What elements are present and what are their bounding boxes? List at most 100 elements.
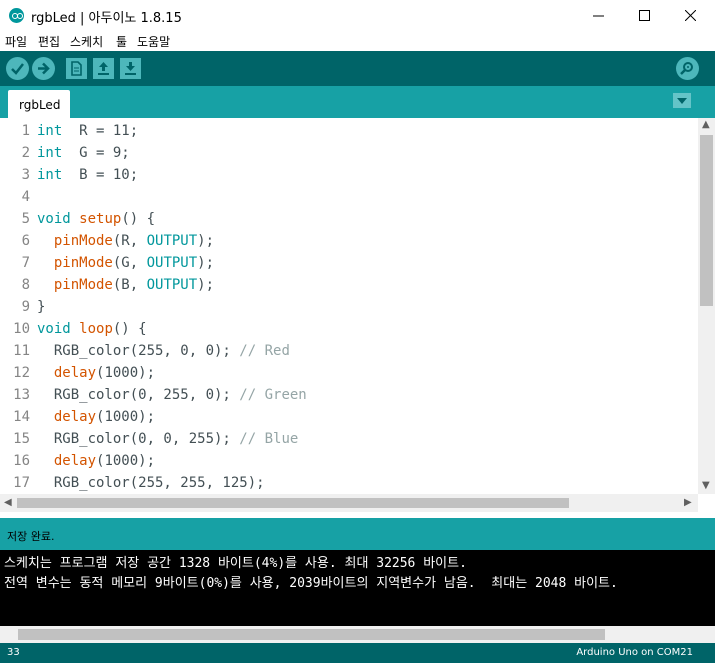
line-number: 2: [21, 145, 30, 161]
tab-menu-button[interactable]: [673, 93, 691, 108]
arduino-ide-window: rgbLed | 아두이노 1.8.15 파일 편집 스케치 툴 도움말 rgb…: [0, 0, 715, 663]
line-number: 17: [13, 475, 30, 491]
code-token: (R,: [112, 233, 147, 249]
code-text: pinMode(B, OUTPUT);: [37, 274, 214, 296]
scrollbar-thumb[interactable]: [17, 498, 569, 508]
code-text: }: [37, 296, 45, 318]
upload-button[interactable]: [32, 57, 55, 80]
arduino-logo-icon: [9, 8, 24, 23]
keyword-token: void: [37, 321, 71, 337]
function-token: delay: [53, 453, 97, 469]
function-token: delay: [53, 409, 97, 425]
line-number: 16: [13, 453, 30, 469]
line-number: 33: [7, 647, 20, 658]
open-sketch-button[interactable]: [93, 58, 114, 79]
output-console: 스케치는 프로그램 저장 공간 1328 바이트(4%)를 사용. 최대 322…: [0, 550, 715, 626]
code-line[interactable]: 7 pinMode(G, OUTPUT);: [0, 252, 698, 274]
line-number: 6: [21, 233, 30, 249]
code-token: );: [197, 255, 215, 271]
code-text: delay(1000);: [37, 450, 155, 472]
scrollbar-thumb[interactable]: [18, 629, 605, 640]
code-line[interactable]: 15 RGB_color(0, 0, 255); // Blue: [0, 428, 698, 450]
console-horizontal-scrollbar[interactable]: [0, 626, 715, 643]
menu-tools[interactable]: 툴: [116, 33, 127, 50]
function-token: loop: [79, 321, 113, 337]
code-line[interactable]: 10 void loop() {: [0, 318, 698, 340]
keyword-token: OUTPUT: [146, 255, 198, 271]
code-text: RGB_color(0, 255, 0); // Green: [37, 384, 307, 406]
code-text: pinMode(R, OUTPUT);: [37, 230, 214, 252]
code-line[interactable]: 1 int R = 11;: [0, 120, 698, 142]
code-line[interactable]: 11 RGB_color(255, 0, 0); // Red: [0, 340, 698, 362]
code-line[interactable]: 17 RGB_color(255, 255, 125);: [0, 472, 698, 494]
verify-button[interactable]: [6, 57, 29, 80]
line-number: 14: [13, 409, 30, 425]
scroll-down-icon[interactable]: ▼: [702, 481, 710, 491]
code-line[interactable]: 4: [0, 186, 698, 208]
save-sketch-button[interactable]: [120, 58, 141, 79]
code-line[interactable]: 5 void setup() {: [0, 208, 698, 230]
editor-horizontal-scrollbar[interactable]: ◀ ▶: [0, 494, 698, 512]
code-line[interactable]: 3 int B = 10;: [0, 164, 698, 186]
title-bar: rgbLed | 아두이노 1.8.15: [0, 0, 715, 31]
keyword-token: OUTPUT: [146, 277, 198, 293]
code-text: RGB_color(0, 0, 255); // Blue: [37, 428, 298, 450]
minimize-button[interactable]: [575, 0, 621, 31]
code-line[interactable]: 2 int G = 9;: [0, 142, 698, 164]
keyword-token: int: [37, 145, 63, 161]
code-line[interactable]: 12 delay(1000);: [0, 362, 698, 384]
menu-file[interactable]: 파일: [5, 33, 27, 50]
tab-rgbled[interactable]: rgbLed: [8, 90, 70, 118]
scrollbar-thumb[interactable]: [700, 135, 713, 306]
code-text: RGB_color(255, 255, 125);: [37, 472, 265, 494]
comment-token: // Green: [239, 387, 307, 403]
code-token: B = 10;: [62, 167, 139, 183]
scroll-right-icon[interactable]: ▶: [684, 498, 692, 508]
maximize-icon: [638, 10, 650, 21]
code-line[interactable]: 13 RGB_color(0, 255, 0); // Green: [0, 384, 698, 406]
editor-vertical-scrollbar[interactable]: ▲ ▼: [698, 118, 715, 494]
code-token: RGB_color(255, 0, 0);: [37, 343, 240, 359]
code-token: );: [197, 233, 215, 249]
status-bar: 저장 완료.: [0, 518, 715, 550]
keyword-token: OUTPUT: [146, 233, 198, 249]
code-line[interactable]: 9}: [0, 296, 698, 318]
tab-label: rgbLed: [19, 98, 61, 112]
line-number: 10: [13, 321, 30, 337]
line-number: 3: [21, 167, 30, 183]
code-token: (B,: [112, 277, 147, 293]
code-text: pinMode(G, OUTPUT);: [37, 252, 214, 274]
code-token: RGB_color(0, 255, 0);: [37, 387, 240, 403]
menu-help[interactable]: 도움말: [137, 33, 170, 50]
serial-monitor-button[interactable]: [676, 57, 699, 80]
close-icon: [684, 10, 696, 21]
code-line[interactable]: 6 pinMode(R, OUTPUT);: [0, 230, 698, 252]
line-number: 8: [21, 277, 30, 293]
open-icon: [98, 62, 109, 75]
line-number: 11: [13, 343, 30, 359]
code-text: delay(1000);: [37, 362, 155, 384]
new-sketch-button[interactable]: [66, 58, 87, 79]
code-token: );: [197, 277, 215, 293]
close-button[interactable]: [667, 0, 713, 31]
scroll-left-icon[interactable]: ◀: [4, 498, 12, 508]
console-line: 스케치는 프로그램 저장 공간 1328 바이트(4%)를 사용. 최대 322…: [4, 556, 467, 571]
maximize-button[interactable]: [621, 0, 667, 31]
function-token: pinMode: [53, 255, 113, 271]
code-token: (1000);: [96, 365, 156, 381]
code-token: RGB_color(0, 0, 255);: [37, 431, 240, 447]
code-line[interactable]: 14 delay(1000);: [0, 406, 698, 428]
code-text: void loop() {: [37, 318, 147, 340]
code-line[interactable]: 8 pinMode(B, OUTPUT);: [0, 274, 698, 296]
code-line[interactable]: 16 delay(1000);: [0, 450, 698, 472]
code-editor[interactable]: 1 int R = 11; 2 int G = 9; 3 int B = 10; 4 5 voi…: [0, 118, 698, 494]
menu-edit[interactable]: 편집: [38, 33, 60, 50]
code-text: delay(1000);: [37, 406, 155, 428]
keyword-token: int: [37, 167, 63, 183]
menu-sketch[interactable]: 스케치: [70, 33, 103, 50]
scroll-up-icon[interactable]: ▲: [702, 120, 710, 130]
